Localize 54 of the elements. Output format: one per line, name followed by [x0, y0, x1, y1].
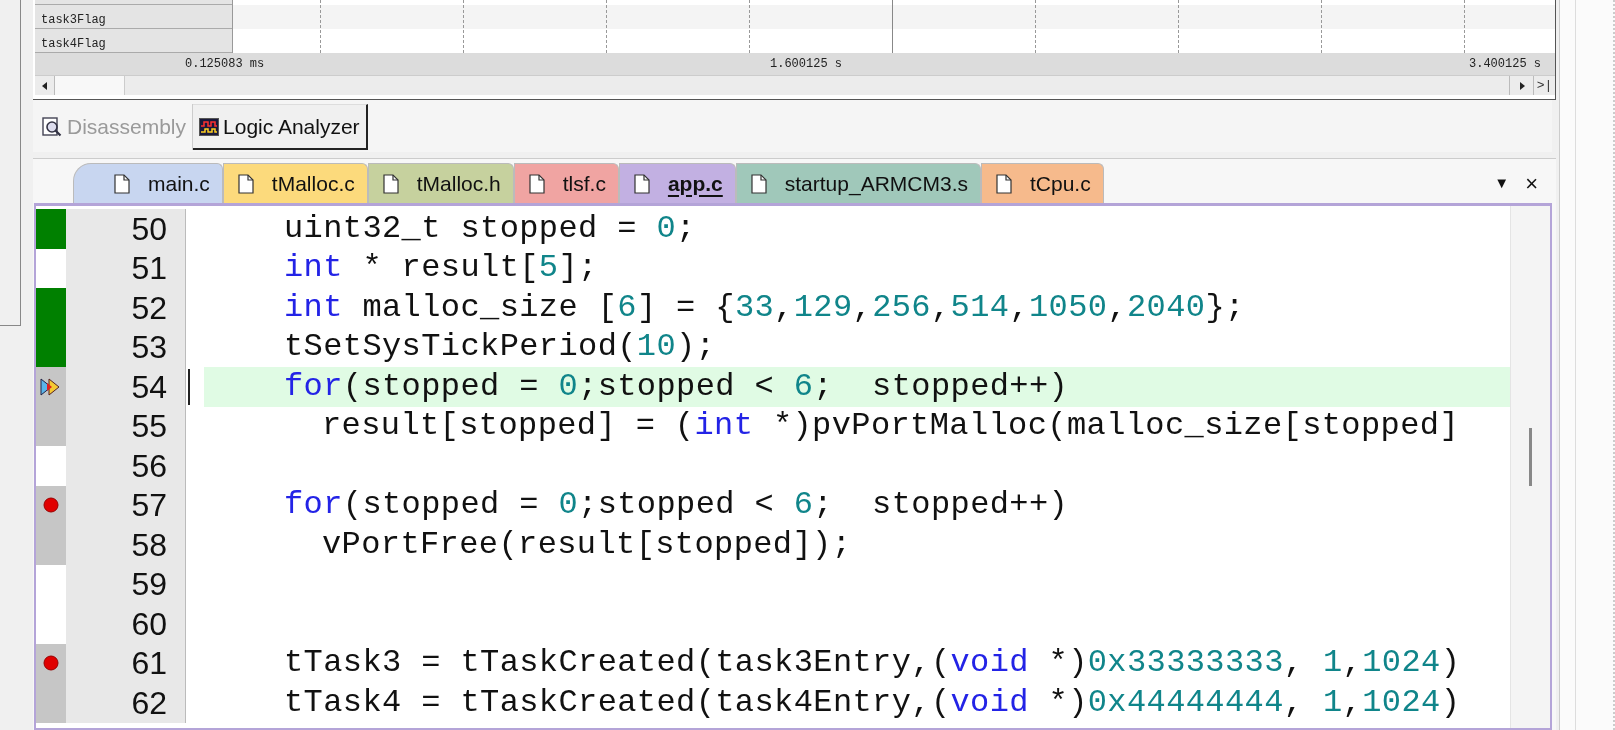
signal-name[interactable]: task3Flag — [35, 5, 232, 29]
file-icon — [750, 173, 767, 194]
file-icon — [528, 173, 545, 194]
horizontal-scrollbar[interactable]: >| — [35, 75, 1555, 95]
panel-tab[interactable]: Logic Analyzer — [193, 104, 368, 150]
file-icon — [382, 173, 399, 194]
line-number: 61 — [131, 647, 167, 680]
line-number: 53 — [131, 331, 167, 364]
vertical-scrollbar[interactable] — [1510, 206, 1550, 728]
line-number: 57 — [131, 489, 167, 522]
waveform-icon — [199, 117, 220, 136]
file-icon — [633, 173, 650, 194]
line-number: 50 — [131, 212, 167, 245]
text-cursor — [188, 368, 190, 405]
code-line: vPortFree(result[stopped]); — [322, 528, 852, 561]
file-tab[interactable]: tMalloc.c — [222, 163, 368, 203]
scroll-thumb[interactable] — [55, 76, 125, 95]
file-tab[interactable]: tCpu.c — [981, 163, 1104, 203]
code-line: tTask3 = tTaskCreated(task3Entry,(void *)0x33333333, 1,1024) — [284, 647, 1461, 680]
time-label: 3.400125 s — [1469, 56, 1541, 73]
magnifier-document-icon — [41, 116, 63, 138]
code-line: for(stopped = 0;stopped < 6; stopped++) — [284, 489, 1069, 522]
code-line: int * result[5]; — [284, 252, 598, 285]
code-line: int malloc_size [6] = {33,129,256,514,1050,2040}; — [284, 291, 1245, 324]
file-icon — [237, 173, 254, 194]
scroll-end-button[interactable]: >| — [1533, 76, 1555, 95]
line-number: 56 — [131, 449, 167, 482]
file-icon — [114, 173, 130, 194]
time-label: 0.125083 ms — [185, 56, 265, 73]
file-tab[interactable]: startup_ARMCM3.s — [735, 163, 981, 203]
close-button[interactable]: × — [1517, 163, 1546, 203]
time-label: 1.600125 s — [770, 56, 842, 73]
file-tab[interactable]: tlsf.c — [513, 163, 619, 203]
tab-dropdown-button[interactable]: ▼ — [1486, 163, 1518, 203]
breakpoint-icon[interactable] — [43, 655, 59, 672]
line-number: 62 — [131, 686, 167, 719]
line-number: 55 — [131, 410, 167, 443]
file-tab[interactable]: tMalloc.h — [367, 163, 514, 203]
breakpoint-icon[interactable] — [43, 497, 59, 514]
line-number: 59 — [131, 568, 167, 601]
line-number: 54 — [131, 370, 167, 403]
line-number: 58 — [131, 528, 167, 561]
line-number: 51 — [131, 252, 167, 285]
line-number: 52 — [131, 291, 167, 324]
file-tab[interactable]: app.c — [618, 163, 736, 203]
code-line: for(stopped = 0;stopped < 6; stopped++) — [284, 370, 1069, 403]
file-tab[interactable]: main.c — [73, 163, 223, 203]
line-number: 60 — [131, 607, 167, 640]
code-line: uint32_t stopped = 0; — [284, 212, 696, 245]
code-line: tSetSysTickPeriod(10); — [284, 331, 716, 364]
code-line: tTask4 = tTaskCreated(task4Entry,(void *)0x44444444, 1,1024) — [284, 686, 1461, 719]
file-icon — [996, 173, 1012, 194]
scroll-thumb[interactable] — [1529, 428, 1532, 486]
code-line: result[stopped] = (int *)pvPortMalloc(malloc_size[stopped] — [322, 410, 1459, 443]
